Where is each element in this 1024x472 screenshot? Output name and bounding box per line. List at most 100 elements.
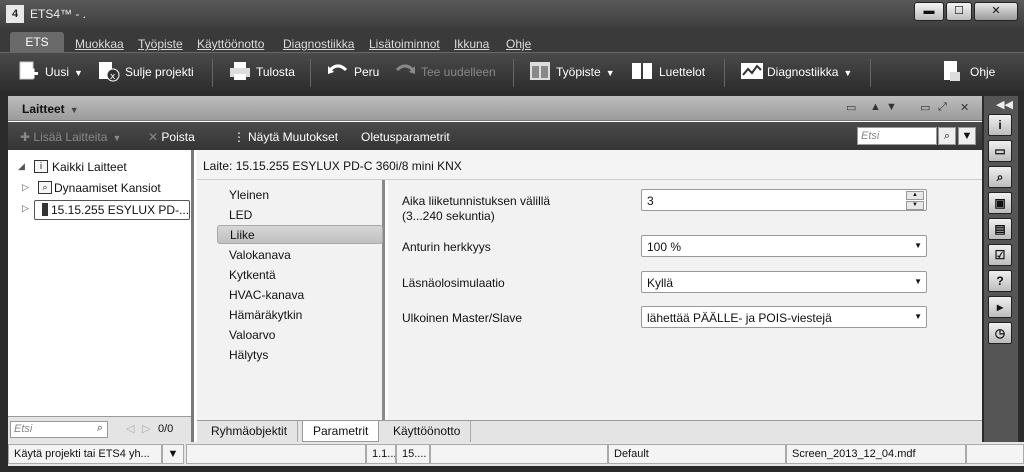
param-label-master-slave: Ulkoinen Master/Slave xyxy=(402,311,523,325)
main-toolbar: Uusi ▼ x Sulje projekti Tulosta Peru Tee … xyxy=(0,52,1024,92)
new-button[interactable]: Uusi ▼ xyxy=(45,65,83,79)
ets-menu-tab[interactable]: ETS xyxy=(10,32,64,52)
previous-result-icon[interactable]: ◁ xyxy=(126,422,134,435)
panel-up-icon[interactable]: ▲ xyxy=(870,101,881,113)
status-empty-cell xyxy=(966,444,1024,464)
panel-popout-icon[interactable]: ⤢ xyxy=(938,101,947,114)
help-icon[interactable]: ? xyxy=(988,270,1012,292)
device-header: Laite: 15.15.255 ESYLUX PD-C 360i/8 mini… xyxy=(197,150,982,180)
catalogs-button[interactable]: Luettelot xyxy=(659,65,705,79)
panel-close-icon[interactable]: ✕ xyxy=(960,101,969,114)
next-result-icon[interactable]: ▷ xyxy=(142,422,150,435)
title-bar: 4 ETS4™ - . ▬ ☐ ✕ xyxy=(0,0,1024,28)
device-list-icon: ⅰ xyxy=(34,160,48,173)
maximize-button[interactable]: ☐ xyxy=(946,2,972,21)
motion-time-spinbox[interactable]: 3 ▲ ▼ xyxy=(641,189,927,211)
undo-button[interactable]: Peru xyxy=(354,65,379,79)
diagnostics-chart-icon xyxy=(741,63,763,79)
device-header-text: Laite: 15.15.255 ESYLUX PD-C 360i/8 mini… xyxy=(203,159,462,173)
master-slave-select[interactable]: lähettää PÄÄLLE- ja POIS-viestejä ▼ xyxy=(641,306,927,328)
delete-x-icon: ✕ xyxy=(148,130,162,144)
menu-ikkuna[interactable]: Ikkuna xyxy=(454,37,489,51)
default-parameters-button[interactable]: Oletusparametrit xyxy=(361,130,450,144)
nav-item-hvac-kanava[interactable]: HVAC-kanava xyxy=(217,286,383,305)
redo-icon xyxy=(395,64,415,74)
panel-down-icon[interactable]: ▼ xyxy=(886,101,897,113)
window-icon[interactable]: ▣ xyxy=(988,192,1012,214)
toolbar-separator xyxy=(724,59,725,87)
close-project-button[interactable]: Sulje projekti xyxy=(125,65,194,79)
toolbar-separator xyxy=(310,59,311,87)
nav-item-valokanava[interactable]: Valokanava xyxy=(217,246,383,265)
tree-label: Dynaamiset Kansiot xyxy=(54,181,161,195)
expand-arrow-icon[interactable]: ▷ xyxy=(22,182,29,193)
help-button[interactable]: Ohje xyxy=(970,65,995,79)
status-dropdown-button[interactable]: ▼ xyxy=(162,444,184,464)
close-window-button[interactable]: ✕ xyxy=(974,2,1018,21)
window-title: ETS4™ - . xyxy=(30,7,87,21)
print-button[interactable]: Tulosta xyxy=(256,65,295,79)
nav-item-liike[interactable]: Liike xyxy=(217,225,383,244)
nav-item-led[interactable]: LED xyxy=(217,206,383,225)
collapse-arrow-icon[interactable]: ◢ xyxy=(18,161,25,172)
status-empty-cell xyxy=(430,444,608,464)
menu-lisatoiminnot[interactable]: Lisätoiminnot xyxy=(369,37,440,51)
panel-title[interactable]: Laitteet ▼ xyxy=(22,102,79,116)
tree-label: Kaikki Laitteet xyxy=(52,160,127,174)
menu-muokkaa[interactable]: Muokkaa xyxy=(75,37,124,51)
tab-group-objects[interactable]: Ryhmäobjektit xyxy=(201,421,299,442)
new-document-icon xyxy=(19,61,38,80)
spin-down-icon[interactable]: ▼ xyxy=(906,201,924,210)
forward-icon[interactable]: ▸ xyxy=(988,296,1012,318)
clock-icon[interactable]: ◷ xyxy=(988,322,1012,344)
folder-icon[interactable]: ▭ xyxy=(988,140,1012,162)
search-icon[interactable]: ⌕ xyxy=(938,127,956,145)
search-icon[interactable]: ⌕ xyxy=(97,422,103,435)
panel-restore-icon[interactable]: ▭ xyxy=(920,101,930,114)
nav-item-halytys[interactable]: Hälytys xyxy=(217,346,383,365)
tab-parameters[interactable]: Parametrit xyxy=(302,421,380,442)
search-result-count: 0/0 xyxy=(158,423,174,435)
tab-commissioning[interactable]: Käyttöönotto xyxy=(383,421,472,442)
printer-icon xyxy=(230,62,250,80)
panel-search-input[interactable]: Etsi xyxy=(857,127,937,145)
right-sidebar: ◀◀ i ▭ ⌕ ▣ ▤ ☑ ? ▸ ◷ xyxy=(984,96,1018,442)
ets-app-icon[interactable]: 4 xyxy=(6,5,24,23)
checklist-icon[interactable]: ☑ xyxy=(988,244,1012,266)
nav-item-valoarvo[interactable]: Valoarvo xyxy=(217,326,383,345)
menu-kayttoonotto[interactable]: Käyttöönotto xyxy=(197,37,264,51)
workspace-button[interactable]: Työpiste ▼ xyxy=(556,65,615,79)
menu-bar: ETS Muokkaa Työpiste Käyttöönotto Diagno… xyxy=(0,28,1024,52)
redo-button[interactable]: Tee uudelleen xyxy=(421,65,496,79)
tree-search-input[interactable]: Etsi ⌕ xyxy=(10,421,108,438)
search-icon[interactable]: ⌕ xyxy=(988,166,1012,188)
tree-label: 15.15.255 ESYLUX PD-... xyxy=(51,203,190,217)
nav-item-kytkenta[interactable]: Kytkentä xyxy=(217,266,383,285)
book-icon[interactable]: ▤ xyxy=(988,218,1012,240)
menu-tyopiste[interactable]: Työpiste xyxy=(138,37,183,51)
add-devices-button[interactable]: ✚ Lisää Laitteita ▼ xyxy=(20,130,121,144)
nav-item-hamarakytkin[interactable]: Hämäräkytkin xyxy=(217,306,383,325)
spin-up-icon[interactable]: ▲ xyxy=(906,191,924,200)
panel-pin-icon[interactable]: ▭ xyxy=(846,101,856,114)
collapse-sidebar-icon[interactable]: ◀◀ xyxy=(996,98,1013,111)
minimize-button[interactable]: ▬ xyxy=(914,2,944,21)
status-action: Käytä projekti tai ETS4 yh... xyxy=(8,444,162,464)
diagnostics-button[interactable]: Diagnostiikka ▼ xyxy=(767,65,852,79)
tree-node-device[interactable]: ▷ 15.15.255 ESYLUX PD-... xyxy=(22,200,190,222)
presence-simulation-select[interactable]: Kyllä ▼ xyxy=(641,271,927,293)
catalogs-book-icon xyxy=(632,63,652,79)
nav-item-yleinen[interactable]: Yleinen xyxy=(217,186,383,205)
filter-icon[interactable]: ▼ xyxy=(958,127,976,145)
chevron-down-icon: ▼ xyxy=(914,277,922,286)
undo-icon xyxy=(328,64,348,74)
info-icon[interactable]: i xyxy=(988,114,1012,136)
delete-button[interactable]: ✕ Poista xyxy=(148,130,195,144)
menu-diagnostiikka[interactable]: Diagnostiikka xyxy=(283,37,354,51)
close-project-icon: x xyxy=(99,62,120,82)
show-changes-button[interactable]: Näytä Muutokset xyxy=(248,130,338,144)
help-document-icon xyxy=(944,61,960,81)
expand-arrow-icon[interactable]: ▷ xyxy=(22,203,29,214)
sensitivity-select[interactable]: 100 % ▼ xyxy=(641,235,927,257)
menu-ohje[interactable]: Ohje xyxy=(506,37,531,51)
